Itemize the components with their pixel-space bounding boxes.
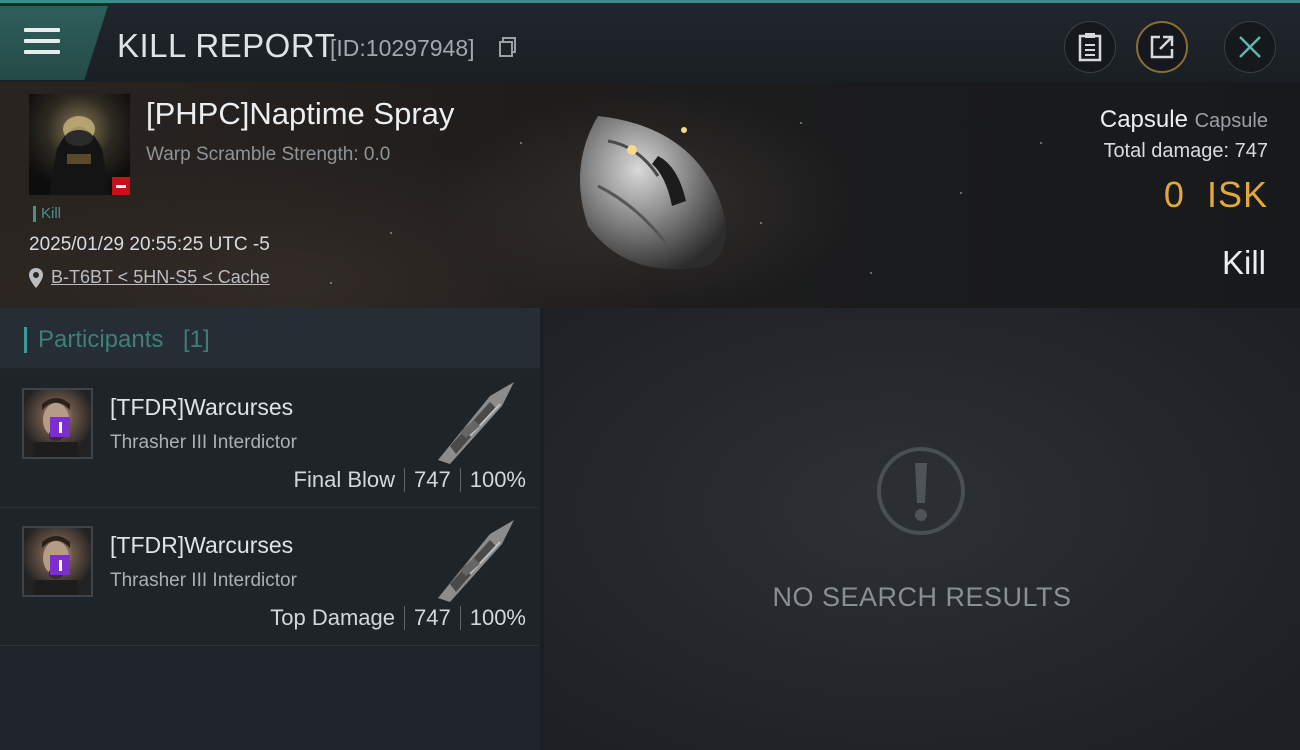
info-badge — [50, 417, 70, 437]
participant-stats: Final Blow 747 100% — [294, 467, 526, 493]
participant-ship: Thrasher III Interdictor — [110, 570, 297, 591]
close-icon — [1239, 36, 1261, 58]
isk-value: 0 — [1163, 174, 1185, 215]
share-button[interactable] — [1136, 21, 1188, 73]
report-id: [ID:10297948] — [330, 35, 475, 61]
page-title: KILL REPORT — [117, 27, 336, 64]
participant-damage: 747 — [414, 605, 451, 630]
participant-stats: Top Damage 747 100% — [270, 605, 526, 631]
menu-button[interactable] — [0, 6, 108, 80]
participants-header: Participants [1] — [0, 308, 540, 368]
clipboard-icon — [1078, 33, 1102, 62]
victim-ship-name: Capsule — [1099, 106, 1188, 133]
copy-icon[interactable] — [499, 37, 517, 57]
search-results-panel: NO SEARCH RESULTS — [544, 308, 1300, 750]
participant-row[interactable]: [TFDR]Warcurses Thrasher III Interdictor… — [0, 508, 538, 646]
info-badge — [50, 555, 70, 575]
close-button[interactable] — [1224, 21, 1276, 73]
capsule-ship-image — [580, 116, 726, 270]
participants-title: Participants — [38, 326, 164, 353]
victim-ship-type: Capsule — [1194, 110, 1268, 132]
participants-count: [1] — [183, 326, 210, 353]
hamburger-menu-icon — [24, 28, 60, 56]
isk-value-row: 0 ISK — [1164, 174, 1268, 216]
total-damage: Total damage: 747 — [1103, 140, 1268, 162]
participant-role: Top Damage — [270, 605, 395, 630]
participant-damage-percent: 100% — [469, 605, 526, 630]
kill-timestamp: 2025/01/29 20:55:25 UTC -5 — [29, 234, 270, 255]
exclamation-icon — [877, 447, 965, 535]
participant-name[interactable]: [TFDR]Warcurses — [110, 532, 293, 559]
clipboard-button[interactable] — [1064, 21, 1116, 73]
location-text: B-T6BT < 5HN-S5 < Cache — [51, 267, 270, 287]
participant-ship: Thrasher III Interdictor — [110, 432, 297, 453]
participants-panel: Participants [1] [TFDR]Warcurses Thrashe… — [0, 308, 540, 750]
kill-result: Kill — [1221, 244, 1266, 281]
warp-scramble-strength: Warp Scramble Strength: 0.0 — [146, 144, 391, 165]
victim-name[interactable]: [PHPC]Naptime Spray — [146, 96, 454, 132]
thrasher-ship-icon — [438, 520, 514, 602]
participant-damage-percent: 100% — [469, 467, 526, 492]
victim-banner: [PHPC]Naptime Spray Warp Scramble Streng… — [0, 82, 1300, 308]
participant-damage: 747 — [414, 467, 451, 492]
share-icon — [1150, 35, 1174, 59]
negative-standing-badge — [112, 177, 130, 195]
location-pin-icon — [29, 267, 43, 288]
kill-tag: Kill — [33, 206, 61, 222]
title-bar: KILL REPORT [ID:10297948] — [0, 0, 1300, 82]
participant-row[interactable]: [TFDR]Warcurses Thrasher III Interdictor… — [0, 370, 538, 508]
participant-name[interactable]: [TFDR]Warcurses — [110, 394, 293, 421]
isk-unit: ISK — [1206, 174, 1268, 215]
no-results-message: NO SEARCH RESULTS — [772, 582, 1072, 612]
thrasher-ship-icon — [438, 382, 514, 464]
participant-role: Final Blow — [293, 467, 395, 492]
location-link[interactable]: B-T6BT < 5HN-S5 < Cache — [29, 267, 270, 288]
